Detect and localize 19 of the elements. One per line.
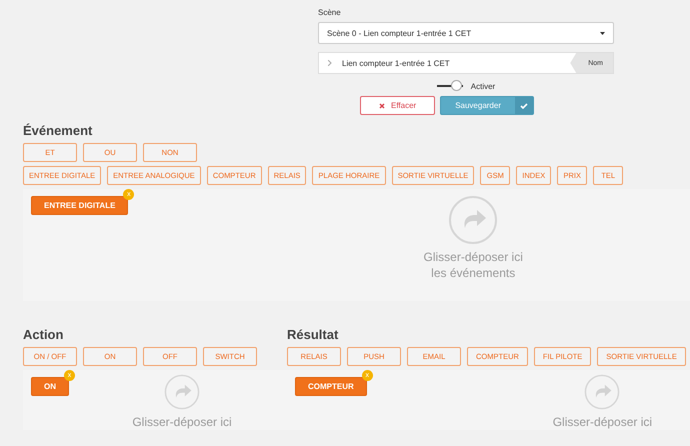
dropped-block[interactable]: COMPTEUR [295,377,367,396]
section-title: Action [23,327,64,342]
drop-hint: Glisser-déposer ici [552,414,652,430]
toggle-label: Activer [470,82,496,90]
delete-button[interactable]: Effacer [360,96,436,115]
check-icon [520,102,528,108]
save-button[interactable]: Sauvegarder [440,96,534,115]
dropped-block[interactable]: ON [31,377,69,396]
field-label: Scène [318,8,342,17]
section-title: Résultat [287,327,340,342]
chevron-icon [328,60,332,66]
scene-select[interactable]: Scène 0 - Lien compteur 1-entrée 1 CET [318,22,614,44]
close-icon [378,102,385,108]
caret-icon [600,32,605,34]
drop-hint: Glisser-déposer ici les événements [424,249,523,281]
toggle-switch[interactable] [436,80,463,92]
dropped-block[interactable]: ENTREE DIGITALE [31,196,128,215]
drop-hint: Glisser-déposer ici [132,414,232,430]
section-title: Événement [23,123,94,138]
